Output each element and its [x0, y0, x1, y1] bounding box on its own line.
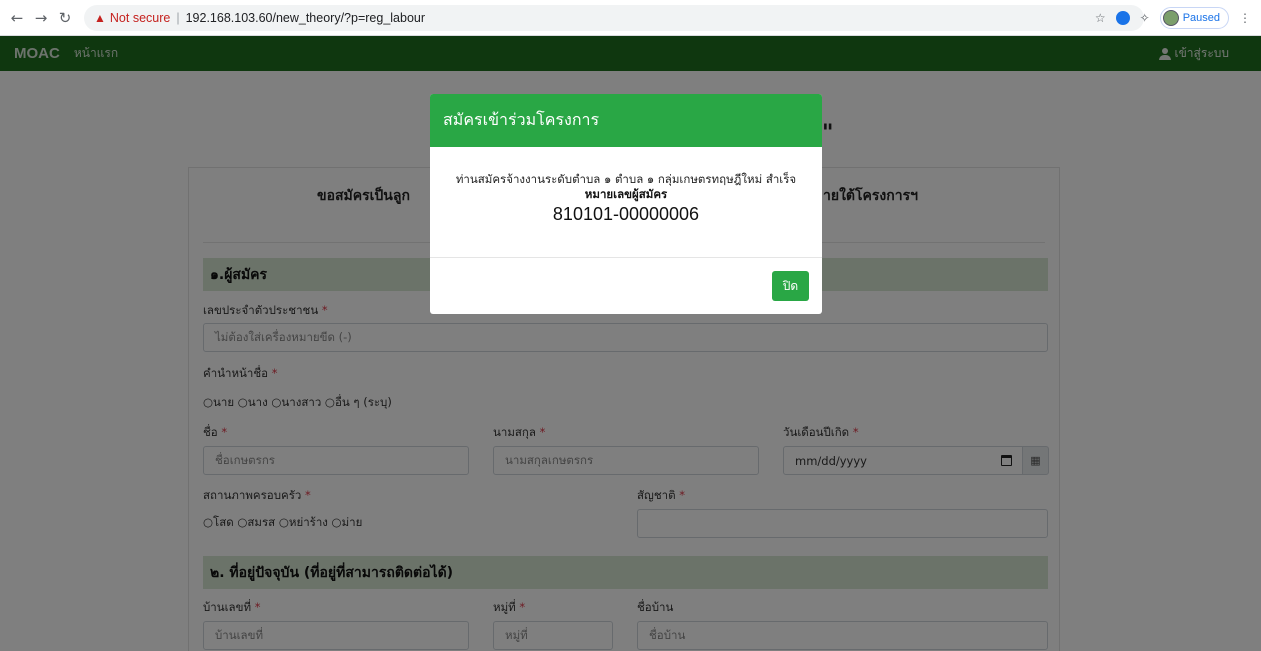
- menu-icon[interactable]: ⋮: [1239, 11, 1251, 25]
- address-separator: |: [176, 10, 180, 25]
- modal-title: สมัครเข้าร่วมโครงการ: [443, 110, 600, 129]
- modal-body: ท่านสมัครจ้างงานระดับตำบล ๑ ตำบล ๑ กลุ่ม…: [430, 147, 822, 258]
- back-icon[interactable]: ←: [6, 7, 28, 29]
- success-message: ท่านสมัครจ้างงานระดับตำบล ๑ ตำบล ๑ กลุ่ม…: [455, 172, 797, 186]
- modal-backdrop[interactable]: สมัครเข้าร่วมโครงการ ท่านสมัครจ้างงานระด…: [0, 36, 1261, 651]
- registration-success-modal: สมัครเข้าร่วมโครงการ ท่านสมัครจ้างงานระด…: [430, 94, 822, 314]
- forward-icon[interactable]: →: [30, 7, 52, 29]
- close-button[interactable]: ปิด: [772, 271, 809, 301]
- extension-icon[interactable]: [1115, 11, 1130, 25]
- profile-status: Paused: [1182, 12, 1220, 24]
- puzzle-icon[interactable]: ✧: [1140, 11, 1150, 25]
- profile-button[interactable]: Paused: [1159, 7, 1229, 29]
- warning-icon: ▲: [94, 10, 106, 25]
- url-text: 192.168.103.60/new_theory/?p=reg_labour: [185, 10, 426, 25]
- modal-footer: ปิด: [430, 258, 822, 314]
- reload-icon[interactable]: ↻: [54, 7, 76, 29]
- applicant-number: 810101-00000006: [552, 204, 700, 224]
- modal-header: สมัครเข้าร่วมโครงการ: [430, 94, 822, 147]
- applicant-number-label: หมายเลขผู้สมัคร: [584, 187, 668, 201]
- bookmark-star-icon[interactable]: ☆: [1095, 11, 1106, 25]
- address-bar[interactable]: ▲ Not secure | 192.168.103.60/new_theory…: [84, 4, 1144, 31]
- browser-toolbar: ← → ↻ ▲ Not secure | 192.168.103.60/new_…: [0, 0, 1261, 36]
- security-label: Not secure: [109, 10, 171, 25]
- avatar: [1162, 10, 1179, 26]
